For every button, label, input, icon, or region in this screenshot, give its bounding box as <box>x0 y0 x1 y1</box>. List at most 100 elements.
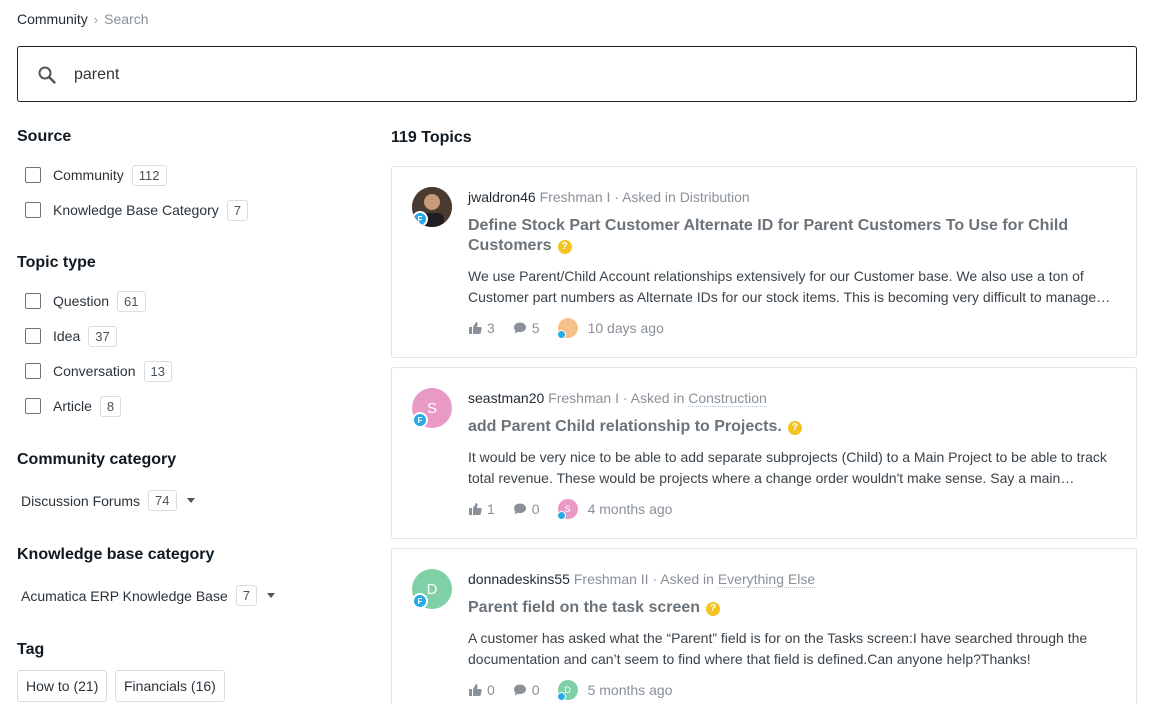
asked-in-label: · Asked in <box>652 571 714 587</box>
category-link[interactable]: Construction <box>688 390 767 407</box>
dropdown-label: Discussion Forums <box>21 492 141 509</box>
comment-icon <box>513 684 526 696</box>
filter-source-kb-category[interactable]: Knowledge Base Category 7 <box>25 198 249 222</box>
comment-icon <box>513 503 526 515</box>
search-icon <box>38 66 56 84</box>
topic-type-title: Topic type <box>17 254 96 271</box>
rank-badge-icon: F <box>412 211 428 227</box>
user-rank: Freshman I <box>539 189 611 205</box>
dropdown-count: 7 <box>235 585 257 606</box>
topic-card[interactable]: F jwaldron46 Freshman I · Asked in Distr… <box>391 166 1137 358</box>
question-icon: ? <box>787 421 802 435</box>
topic-card[interactable]: D F donnadeskins55 Freshman II · Asked i… <box>391 548 1137 704</box>
avatar-letter: S <box>426 399 437 417</box>
question-icon: ? <box>706 602 721 616</box>
last-reply-avatar[interactable] <box>556 318 578 339</box>
topic-excerpt: A customer has asked what the “Parent” f… <box>468 630 1088 667</box>
thumbs-up-icon <box>469 322 482 334</box>
filter-label: Idea <box>53 328 81 344</box>
topic-excerpt: We use Parent/Child Account relationship… <box>468 268 1111 305</box>
filter-label: Community <box>53 167 124 183</box>
last-reply-avatar[interactable]: S <box>556 499 578 520</box>
topic-excerpt: It would be very nice to be able to add … <box>468 449 1107 486</box>
topic-title[interactable]: add Parent Child relationship to Project… <box>468 417 1108 437</box>
question-icon: ? <box>557 240 572 254</box>
likes-stat[interactable]: 3 <box>468 320 495 336</box>
chevron-down-icon[interactable] <box>266 593 275 598</box>
search-box[interactable] <box>17 46 1137 102</box>
checkbox[interactable] <box>25 328 41 344</box>
filter-count: 7 <box>226 199 249 221</box>
chevron-down-icon[interactable] <box>186 498 195 503</box>
source-title: Source <box>17 128 72 145</box>
username-link[interactable]: jwaldron46 <box>468 189 536 205</box>
user-rank: Freshman I <box>548 390 619 406</box>
topic-title[interactable]: Parent field on the task screen? <box>468 598 1108 618</box>
tag-chip-financials[interactable]: Financials (16) <box>115 670 225 702</box>
search-input[interactable] <box>74 61 1114 89</box>
filter-label: Article <box>53 398 92 414</box>
asked-in-label: · Asked in <box>614 189 676 205</box>
comments-stat[interactable]: 0 <box>513 682 540 698</box>
comment-icon <box>513 322 526 334</box>
likes-stat[interactable]: 1 <box>468 501 495 517</box>
thumbs-up-icon <box>469 503 482 515</box>
kb-category-dropdown[interactable]: Acumatica ERP Knowledge Base 7 <box>21 585 275 606</box>
filter-count: 112 <box>131 164 167 186</box>
topic-stats: 1 0 S 4 months ago <box>468 499 673 520</box>
avatar[interactable]: D F <box>412 569 452 609</box>
filter-type-conversation[interactable]: Conversation 13 <box>25 359 172 383</box>
likes-count: 3 <box>487 320 495 336</box>
checkbox[interactable] <box>25 202 41 218</box>
filter-count: 61 <box>117 290 146 312</box>
last-activity-time: 4 months ago <box>587 501 673 517</box>
asked-in-label: · Asked in <box>622 390 685 406</box>
filter-label: Question <box>53 293 110 309</box>
last-reply-avatar[interactable]: D <box>556 680 578 701</box>
breadcrumb: Community › Search <box>17 11 149 27</box>
topic-title-text[interactable]: Parent field on the task screen <box>468 599 700 616</box>
topic-title-text[interactable]: add Parent Child relationship to Project… <box>468 418 782 435</box>
topic-meta: jwaldron46 Freshman I · Asked in Distrib… <box>468 189 750 205</box>
topic-card[interactable]: S F seastman20 Freshman I · Asked in Con… <box>391 367 1137 539</box>
filter-count: 8 <box>99 395 122 417</box>
user-rank: Freshman II <box>573 571 649 587</box>
thumbs-up-icon <box>469 684 482 696</box>
username-link[interactable]: donnadeskins55 <box>468 571 570 587</box>
avatar[interactable]: F <box>412 187 452 227</box>
likes-stat[interactable]: 0 <box>468 682 495 698</box>
community-category-dropdown[interactable]: Discussion Forums 74 <box>21 490 195 511</box>
rank-badge-icon: F <box>412 593 428 609</box>
topic-meta: donnadeskins55 Freshman II · Asked in Ev… <box>468 571 816 588</box>
comments-count: 0 <box>531 501 540 517</box>
checkbox[interactable] <box>25 363 41 379</box>
filter-type-article[interactable]: Article 8 <box>25 394 122 418</box>
filter-label: Knowledge Base Category <box>53 202 219 218</box>
filter-label: Conversation <box>53 363 136 379</box>
topic-title[interactable]: Define Stock Part Customer Alternate ID … <box>468 216 1108 256</box>
avatar[interactable]: S F <box>412 388 452 428</box>
filter-source-community[interactable]: Community 112 <box>25 163 167 187</box>
tag-chip-how-to[interactable]: How to (21) <box>17 670 108 702</box>
topic-stats: 0 0 D 5 months ago <box>468 680 673 701</box>
checkbox[interactable] <box>25 398 41 414</box>
comments-stat[interactable]: 0 <box>513 501 540 517</box>
category-link[interactable]: Distribution <box>680 189 750 205</box>
topic-meta: seastman20 Freshman I · Asked in Constru… <box>468 390 767 407</box>
filter-count: 37 <box>88 325 117 347</box>
likes-count: 0 <box>487 682 495 698</box>
filter-type-idea[interactable]: Idea 37 <box>25 324 117 348</box>
username-link[interactable]: seastman20 <box>468 390 544 406</box>
filter-type-question[interactable]: Question 61 <box>25 289 146 313</box>
results-count-title: 119 Topics <box>391 129 472 146</box>
breadcrumb-community[interactable]: Community <box>17 11 88 27</box>
checkbox[interactable] <box>25 293 41 309</box>
dropdown-count: 74 <box>148 490 177 511</box>
comments-count: 5 <box>531 320 540 336</box>
kb-category-title: Knowledge base category <box>17 546 215 563</box>
last-activity-time: 10 days ago <box>587 320 664 336</box>
comments-stat[interactable]: 5 <box>513 320 540 336</box>
last-activity-time: 5 months ago <box>587 682 673 698</box>
checkbox[interactable] <box>25 167 41 183</box>
category-link[interactable]: Everything Else <box>717 571 816 588</box>
